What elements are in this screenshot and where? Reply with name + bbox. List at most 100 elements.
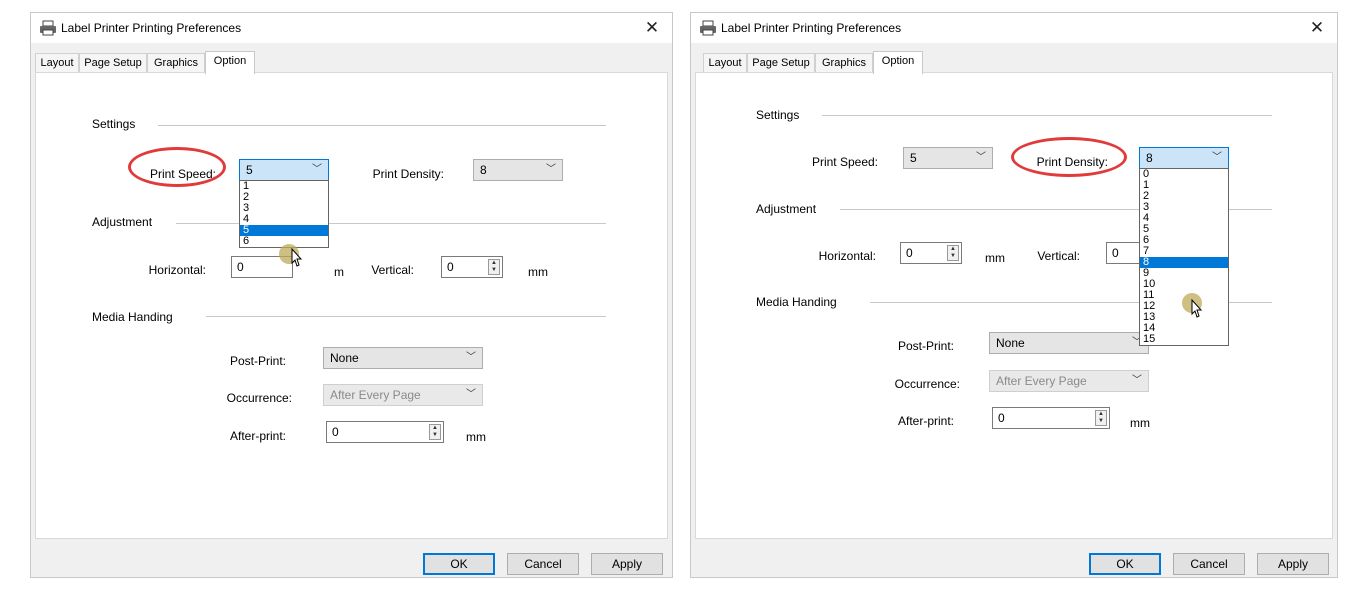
option-panel: Settings Print Speed: 5 ﹀ Print Density:…: [695, 72, 1333, 539]
horizontal-value: 0: [237, 260, 244, 274]
dropdown-option[interactable]: 7: [1140, 246, 1228, 257]
close-icon[interactable]: ✕: [632, 13, 672, 43]
spin-arrows-icon[interactable]: ▲ ▼: [429, 424, 441, 440]
spin-arrows-icon[interactable]: ▲ ▼: [947, 245, 959, 261]
printer-icon: [700, 20, 716, 36]
dropdown-option[interactable]: 5: [1140, 224, 1228, 235]
tab-layout[interactable]: Layout: [35, 53, 79, 73]
media-section-label: Media Handing: [92, 310, 173, 324]
divider: [822, 115, 1272, 116]
cancel-button[interactable]: Cancel: [1173, 553, 1245, 575]
print-density-dropdown-list[interactable]: 0 1 2 3 4 5 6 7 8 9 10 11 12 13 14 15: [1139, 168, 1229, 346]
tab-layout[interactable]: Layout: [703, 53, 747, 73]
after-print-label: After-print:: [229, 429, 286, 443]
print-speed-label: Print Speed:: [811, 155, 878, 169]
post-print-value: None: [330, 351, 359, 365]
title-bar: Label Printer Printing Preferences ✕: [691, 13, 1337, 43]
print-density-value: 8: [480, 163, 487, 177]
print-speed-label: Print Speed:: [149, 167, 216, 181]
vertical-value: 0: [1112, 246, 1119, 260]
print-density-select[interactable]: 8 ﹀: [473, 159, 563, 181]
tab-page-setup[interactable]: Page Setup: [747, 53, 815, 73]
ok-button[interactable]: OK: [1089, 553, 1161, 575]
print-density-label: Print Density:: [1036, 155, 1108, 169]
post-print-label: Post-Print:: [897, 339, 954, 353]
dropdown-option[interactable]: 15: [1140, 334, 1228, 345]
spin-arrows-icon[interactable]: ▲ ▼: [488, 259, 500, 275]
unit-label: mm: [1130, 416, 1150, 430]
dropdown-option[interactable]: 8: [1140, 257, 1228, 268]
settings-section-label: Settings: [756, 108, 800, 122]
ok-button[interactable]: OK: [423, 553, 495, 575]
dropdown-option[interactable]: 5: [240, 225, 328, 236]
apply-button[interactable]: Apply: [1257, 553, 1329, 575]
preferences-dialog-density: Label Printer Printing Preferences ✕ Lay…: [690, 12, 1338, 578]
vertical-spinner[interactable]: 0 ▲ ▼: [441, 256, 503, 278]
dropdown-option[interactable]: 4: [1140, 213, 1228, 224]
print-speed-value: 5: [910, 151, 917, 165]
dropdown-option[interactable]: 1: [1140, 180, 1228, 191]
tab-option[interactable]: Option: [205, 51, 255, 74]
cancel-button[interactable]: Cancel: [507, 553, 579, 575]
print-density-select[interactable]: 8 ﹀: [1139, 147, 1229, 169]
post-print-value: None: [996, 336, 1025, 350]
preferences-dialog-speed: Label Printer Printing Preferences ✕ Lay…: [30, 12, 673, 578]
post-print-label: Post-Print:: [229, 354, 286, 368]
chevron-down-icon: ﹀: [1212, 152, 1222, 163]
horizontal-label: Horizontal:: [148, 263, 206, 277]
chevron-down-icon: ﹀: [466, 389, 476, 400]
post-print-select[interactable]: None ﹀: [323, 347, 483, 369]
after-print-label: After-print:: [897, 414, 954, 428]
adjustment-section-label: Adjustment: [92, 215, 153, 229]
dropdown-option[interactable]: 4: [240, 214, 328, 225]
after-print-value: 0: [332, 425, 339, 439]
vertical-label: Vertical:: [371, 263, 414, 277]
after-print-value: 0: [998, 411, 1005, 425]
divider: [158, 125, 606, 126]
chevron-down-icon: ﹀: [312, 164, 322, 175]
post-print-select[interactable]: None ﹀: [989, 332, 1149, 354]
printer-icon: [40, 20, 56, 36]
dropdown-option[interactable]: 2: [240, 192, 328, 203]
apply-button[interactable]: Apply: [591, 553, 663, 575]
occurrence-value: After Every Page: [330, 388, 421, 402]
chevron-down-icon: ﹀: [546, 164, 556, 175]
divider: [206, 316, 606, 317]
spin-arrows-icon[interactable]: ▲ ▼: [1095, 410, 1107, 426]
tab-graphics[interactable]: Graphics: [815, 53, 873, 73]
print-density-value: 8: [1146, 151, 1153, 165]
chevron-down-icon: ﹀: [1132, 375, 1142, 386]
after-print-spinner[interactable]: 0 ▲ ▼: [326, 421, 444, 443]
chevron-down-icon: ﹀: [976, 152, 986, 163]
occurrence-select: After Every Page ﹀: [989, 370, 1149, 392]
print-speed-dropdown-list[interactable]: 123456: [239, 180, 329, 248]
after-print-spinner[interactable]: 0 ▲ ▼: [992, 407, 1110, 429]
dropdown-option[interactable]: 3: [1140, 202, 1228, 213]
mouse-pointer-icon: [1191, 299, 1203, 318]
mouse-pointer-icon: [291, 248, 303, 267]
horizontal-spinner[interactable]: 0 ▲ ▼: [900, 242, 962, 264]
title-bar: Label Printer Printing Preferences ✕: [31, 13, 672, 43]
occurrence-label: Occurrence:: [894, 377, 960, 391]
close-icon[interactable]: ✕: [1297, 13, 1337, 43]
chevron-down-icon: ﹀: [466, 352, 476, 363]
vertical-label: Vertical:: [1037, 249, 1080, 263]
unit-label: mm: [528, 265, 548, 279]
dropdown-option[interactable]: 0: [1140, 169, 1228, 180]
dropdown-option[interactable]: 3: [240, 203, 328, 214]
horizontal-value: 0: [906, 246, 913, 260]
unit-label: mm: [985, 251, 1005, 265]
tab-graphics[interactable]: Graphics: [147, 53, 205, 73]
occurrence-label: Occurrence:: [226, 391, 292, 405]
tab-page-setup[interactable]: Page Setup: [79, 53, 147, 73]
dropdown-option[interactable]: 1: [240, 181, 328, 192]
tab-option[interactable]: Option: [873, 51, 923, 74]
dropdown-option[interactable]: 2: [1140, 191, 1228, 202]
print-speed-select[interactable]: 5 ﹀: [239, 159, 329, 181]
adjustment-section-label: Adjustment: [756, 202, 817, 216]
occurrence-value: After Every Page: [996, 374, 1087, 388]
dropdown-option[interactable]: 6: [1140, 235, 1228, 246]
window-title: Label Printer Printing Preferences: [61, 21, 242, 35]
horizontal-label: Horizontal:: [818, 249, 876, 263]
print-speed-select[interactable]: 5 ﹀: [903, 147, 993, 169]
